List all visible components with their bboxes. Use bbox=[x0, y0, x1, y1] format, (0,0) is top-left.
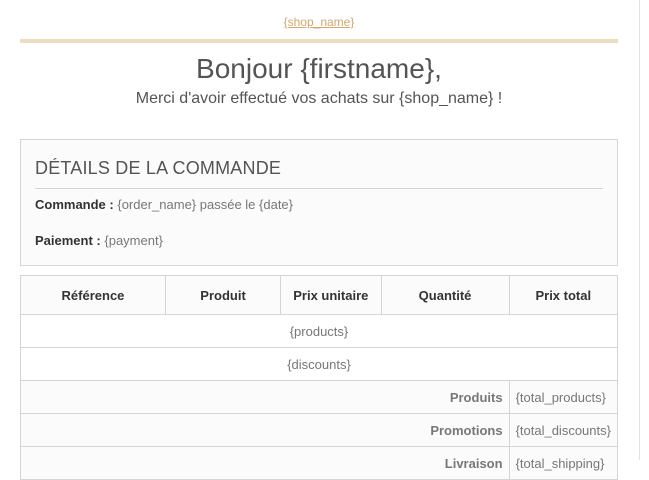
order-line: Commande : {order_name} passée le {date} bbox=[35, 197, 293, 212]
payment-label: Paiement : bbox=[35, 233, 101, 248]
column-header-unit-price: Prix unitaire bbox=[280, 275, 382, 315]
total-discounts-value: {total_discounts} bbox=[508, 413, 619, 447]
column-header-total-price: Prix total bbox=[508, 275, 619, 315]
thanks-message: Merci d'avoir effectué vos achats sur {s… bbox=[135, 90, 503, 107]
order-details-title: DÉTAILS DE LA COMMANDE bbox=[35, 158, 603, 189]
total-products-label: Produits bbox=[20, 380, 510, 414]
total-discounts-label: Promotions bbox=[20, 413, 510, 447]
products-placeholder: {products} bbox=[20, 314, 618, 348]
total-shipping-label: Livraison bbox=[20, 446, 510, 480]
greeting-heading: Bonjour {firstname}, bbox=[196, 53, 442, 84]
column-header-reference: Référence bbox=[20, 275, 166, 315]
total-products-value: {total_products} bbox=[508, 380, 619, 414]
shop-name-link[interactable]: {shop_name} bbox=[284, 15, 355, 29]
payment-value: {payment} bbox=[104, 233, 163, 248]
discounts-placeholder: {discounts} bbox=[20, 347, 618, 381]
totals-row-shipping: Livraison {total_shipping} bbox=[20, 446, 619, 480]
products-table: Référence Produit Prix unitaire Quantité… bbox=[20, 275, 619, 480]
column-header-quantity: Quantité bbox=[380, 275, 510, 315]
totals-row-products: Produits {total_products} bbox=[20, 380, 619, 414]
order-details-box: DÉTAILS DE LA COMMANDE Commande : {order… bbox=[20, 139, 618, 266]
column-header-product: Produit bbox=[164, 275, 282, 315]
totals-row-discounts: Promotions {total_discounts} bbox=[20, 413, 619, 447]
table-row: {products} bbox=[20, 314, 618, 348]
order-value: {order_name} passée le {date} bbox=[117, 197, 293, 212]
order-label: Commande : bbox=[35, 197, 114, 212]
page-scroll-edge bbox=[639, 0, 649, 460]
shop-name-link-container: {shop_name} bbox=[20, 15, 618, 29]
payment-line: Paiement : {payment} bbox=[35, 233, 163, 248]
table-header-row: Référence Produit Prix unitaire Quantité… bbox=[20, 275, 619, 315]
table-row: {discounts} bbox=[20, 347, 618, 381]
total-shipping-value: {total_shipping} bbox=[508, 446, 619, 480]
header-divider bbox=[20, 39, 618, 43]
